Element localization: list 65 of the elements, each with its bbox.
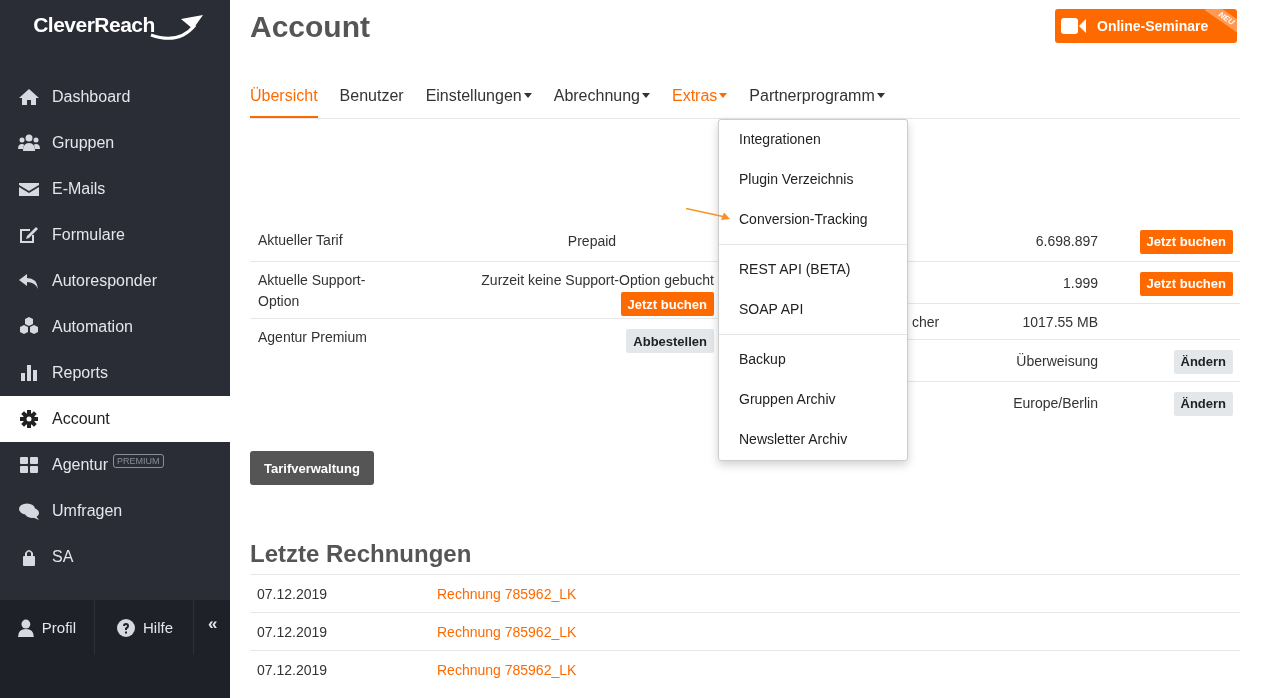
edit-icon (18, 225, 40, 245)
table-value: Europe/Berlin (1012, 394, 1098, 411)
sidebar-item[interactable]: Account (0, 396, 230, 442)
table-label: Agentur Premium (258, 328, 368, 347)
menu-item[interactable]: Plugin Verzeichnis (719, 160, 907, 200)
invoice-date: 07.12.2019 (257, 585, 329, 602)
table-value: 1017.55 MB (1021, 313, 1098, 330)
sidebar-item[interactable]: Autoresponder (0, 258, 230, 304)
nav-tab[interactable]: Einstellungen (425, 75, 532, 118)
user-icon (18, 618, 34, 637)
table-value: Prepaid (567, 231, 617, 251)
sidebar-item[interactable]: Dashboard (0, 74, 230, 120)
sidebar-item[interactable]: Gruppen (0, 120, 230, 166)
sidebar-item[interactable]: Reports (0, 350, 230, 396)
menu-item[interactable]: Conversion-Tracking (719, 200, 907, 240)
sidebar-item[interactable]: Agentur PREMIUM (0, 442, 230, 488)
caret-icon (876, 93, 885, 98)
menu-item[interactable]: Integrationen (719, 120, 907, 160)
reply-icon (18, 271, 40, 291)
invoice-date: 07.12.2019 (257, 661, 329, 678)
table-label: Aktuelle Support-Option (258, 271, 367, 310)
table-value: Zurzeit keine Support-Option gebucht (481, 271, 714, 290)
table-button[interactable]: Ändern (1173, 349, 1233, 374)
users-icon (18, 133, 40, 153)
pointer-arrow (686, 208, 730, 220)
menu-item[interactable]: Gruppen Archiv (719, 380, 907, 420)
table-value: 6.698.897 (1034, 232, 1098, 249)
sidebar-item[interactable]: E-Mails (0, 166, 230, 212)
caret-icon (719, 93, 728, 98)
menu-item[interactable]: REST API (BETA) (719, 250, 907, 290)
caret-icon (523, 93, 532, 98)
video-camera-icon (1061, 17, 1087, 35)
menu-item[interactable]: Newsletter Archiv (719, 420, 907, 460)
sidebar-footer-link[interactable]: Profil (0, 600, 95, 655)
sidebar-footer-link[interactable]: Hilfe (95, 600, 194, 655)
sidebar-item[interactable]: Umfragen (0, 488, 230, 534)
menu-item[interactable]: SOAP API (719, 290, 907, 330)
bars-icon (18, 363, 40, 383)
tarifverwaltung-button[interactable]: Tarifverwaltung (250, 451, 374, 485)
gear-icon (18, 409, 40, 429)
table-label: Aktueller Tarif (258, 231, 344, 250)
chat-icon (18, 501, 40, 521)
table-label: cher (912, 313, 940, 330)
section-title: Letzte Rechnungen (250, 540, 473, 568)
cubes-icon (18, 317, 40, 337)
sidebar-footer-link[interactable]: « (194, 596, 218, 651)
table-value: 1.999 (1061, 274, 1098, 291)
nav-tab[interactable]: Partnerprogramm (749, 75, 885, 118)
help-icon (117, 618, 135, 637)
page-title: Account (250, 10, 370, 44)
table-button[interactable]: Abbestellen (626, 329, 714, 353)
table-value: Überweisung (1015, 352, 1098, 369)
nav-tab[interactable]: Benutzer (339, 75, 404, 118)
sidebar-item[interactable]: Automation (0, 304, 230, 350)
sidebar-item[interactable]: SA (0, 534, 230, 580)
premium-badge: PREMIUM (113, 454, 164, 468)
grid-icon (18, 455, 40, 475)
nav-tab[interactable]: Abrechnung (553, 75, 650, 118)
table-button[interactable]: Ändern (1173, 391, 1233, 416)
logo[interactable]: CleverReach (33, 13, 155, 37)
sidebar-item[interactable]: Formulare (0, 212, 230, 258)
caret-icon (642, 93, 650, 98)
home-icon (18, 87, 40, 107)
invoice-date: 07.12.2019 (257, 623, 329, 640)
menu-item[interactable]: Backup (719, 340, 907, 380)
